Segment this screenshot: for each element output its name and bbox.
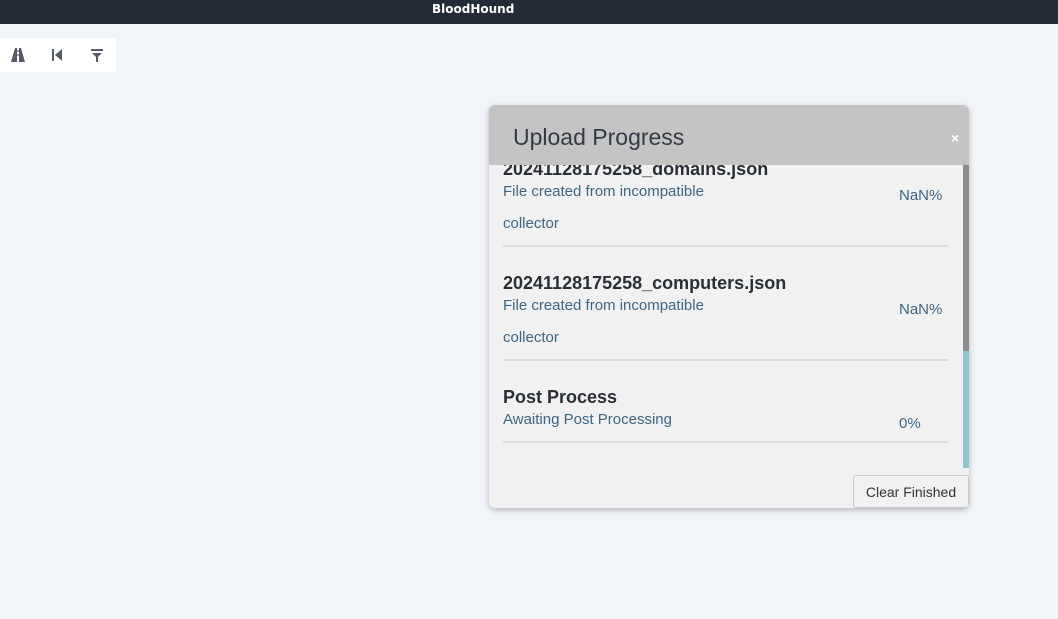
upload-status: File created from incompatible collector [503,183,704,232]
scrollbar[interactable] [963,165,969,468]
scrollbar-thumb[interactable] [963,165,969,351]
process-percent: 0% [899,415,921,432]
upload-item: 20241128175258_domains.json File created… [503,165,948,247]
upload-list[interactable]: 20241128175258_domains.json File created… [489,165,963,468]
window-title: BloodHound [432,2,515,16]
upload-item: 20241128175258_computers.json File creat… [503,273,948,361]
upload-progress-modal: Upload Progress × 20241128175258_domains… [489,105,969,508]
close-button[interactable]: × [951,131,959,145]
upload-status: File created from incompatible collector [503,297,704,346]
upload-percent: NaN% [899,301,943,318]
process-status: Awaiting Post Processing [503,411,672,428]
graph-toolbar [0,38,116,72]
back-icon[interactable] [49,47,65,63]
modal-title: Upload Progress [513,124,685,150]
filter-icon[interactable] [89,47,105,63]
clear-finished-button[interactable]: Clear Finished [853,475,969,508]
upload-item: Post Process Awaiting Post Processing 0% [503,387,948,443]
window-titlebar: BloodHound [0,0,1058,24]
modal-header: Upload Progress × [489,105,969,165]
upload-percent: NaN% [899,187,943,204]
path-icon[interactable] [10,47,26,63]
